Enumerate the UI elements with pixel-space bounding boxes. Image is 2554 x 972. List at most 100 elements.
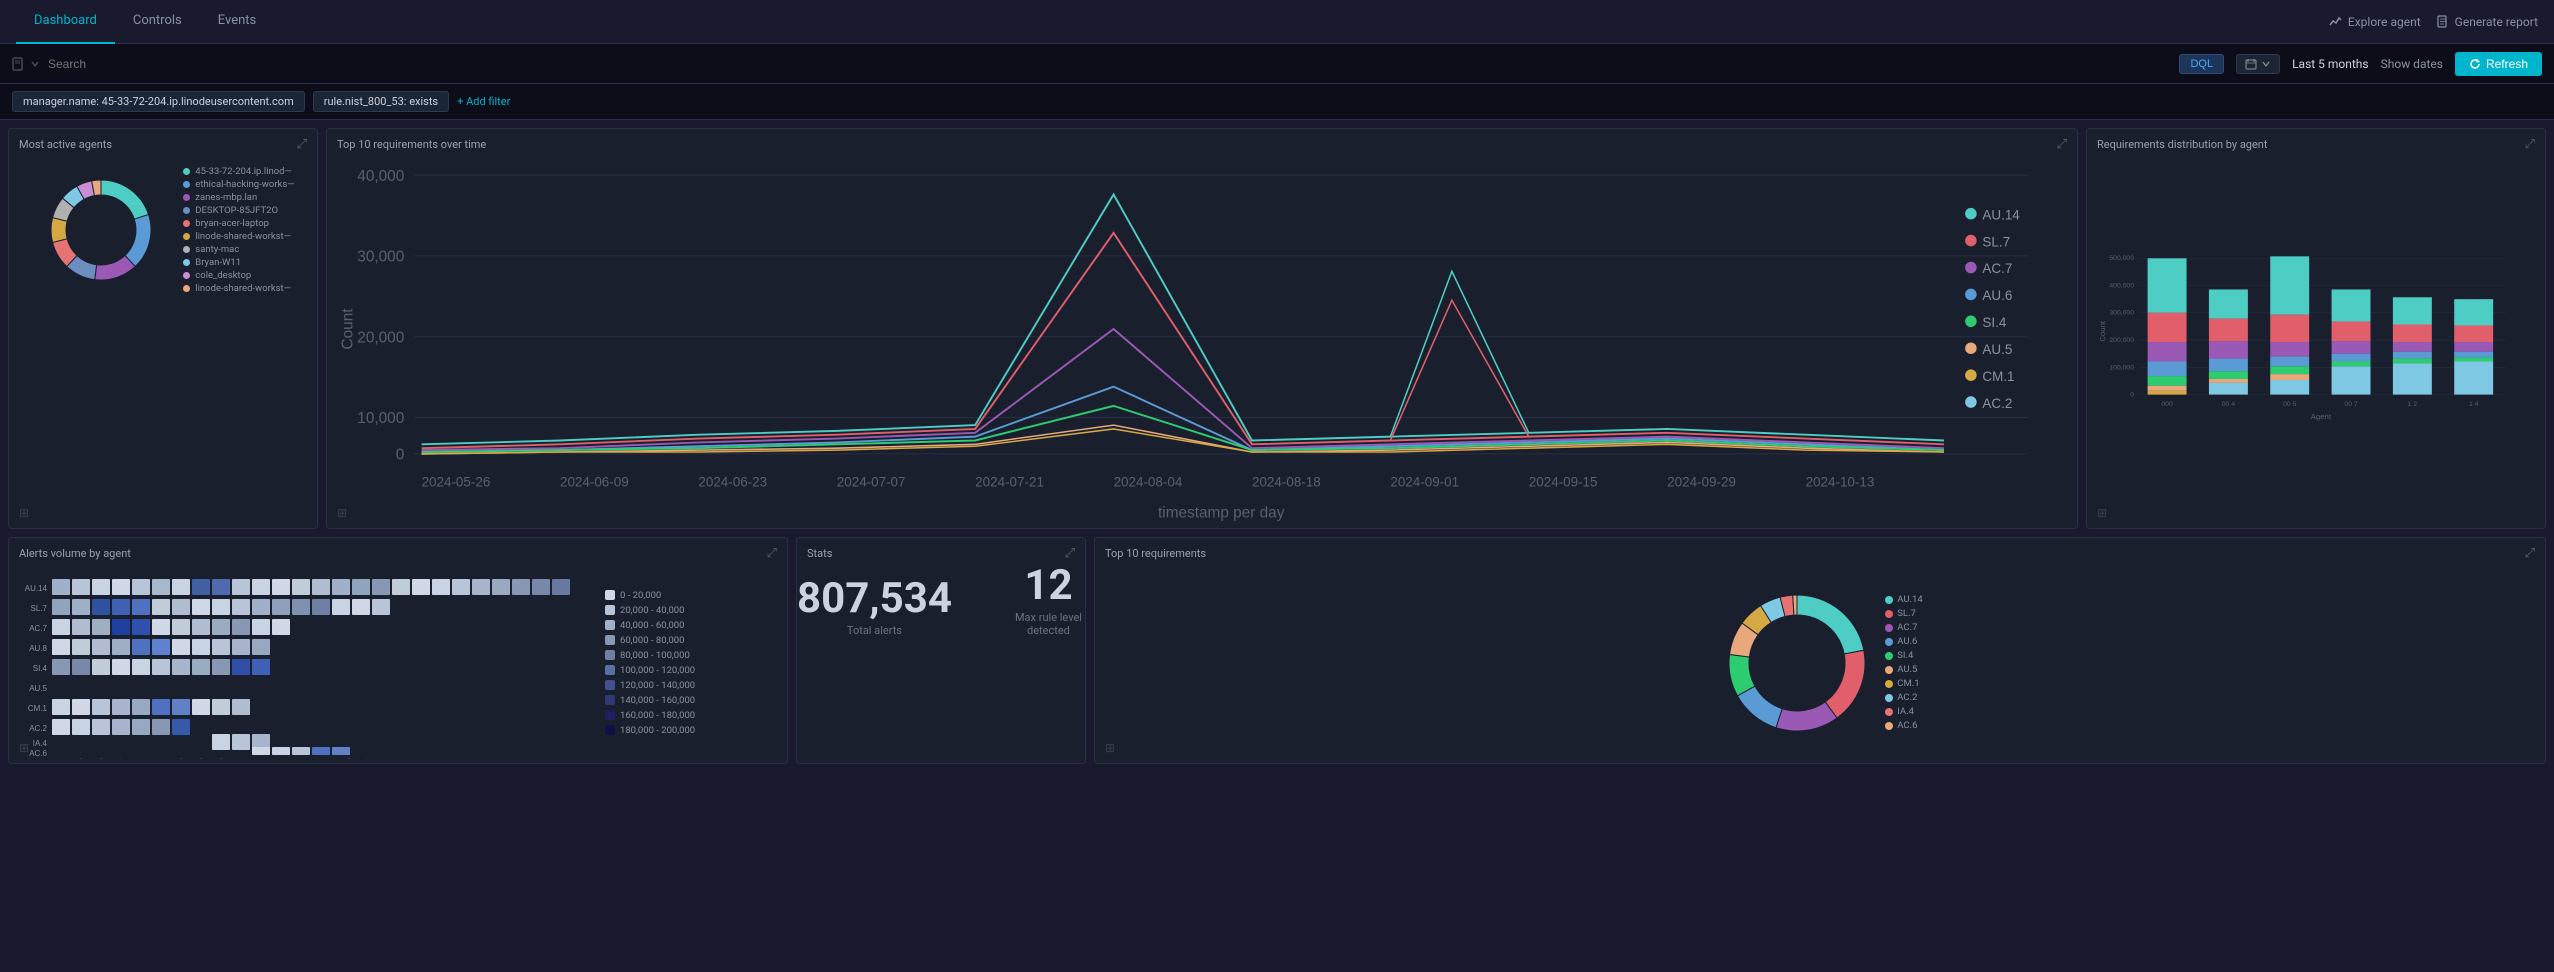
pie-legend-3: AU.6 xyxy=(1885,636,1922,647)
filter-chip-1[interactable]: rule.nist_800_53: exists xyxy=(313,91,449,112)
expand-icon-stats[interactable]: ⤢ xyxy=(1065,546,1075,561)
svg-text:0: 0 xyxy=(2130,392,2134,399)
svg-text:00 4: 00 4 xyxy=(2222,401,2235,408)
svg-text:SL.7: SL.7 xyxy=(31,604,48,613)
svg-text:00 7: 00 7 xyxy=(2344,401,2357,408)
svg-text:AC.6: AC.6 xyxy=(29,749,47,758)
svg-text:2024-09-29: 2024-09-29 xyxy=(1667,475,1736,490)
pie-legend: AU.14 SL.7 AC.7 AU.6 SI.4 AU.5 CM.1 AC.2… xyxy=(1877,594,1922,731)
pie-legend-1: SL.7 xyxy=(1885,608,1922,619)
svg-text:AU.6: AU.6 xyxy=(1982,288,2012,303)
svg-text:1 0: 1 0 xyxy=(214,757,226,759)
refresh-button[interactable]: Refresh xyxy=(2455,52,2542,76)
pie-legend-8: IA.4 xyxy=(1885,706,1922,717)
svg-text:00 5: 00 5 xyxy=(2283,401,2296,408)
heatmap-legend: 0 - 20,000 20,000 - 40,000 40,000 - 60,0… xyxy=(605,569,695,756)
tab-events[interactable]: Events xyxy=(200,0,274,44)
dql-button[interactable]: DQL xyxy=(2179,54,2224,74)
legend-item-7: Bryan-W11 xyxy=(183,257,294,268)
legend-item-3: DESKTOP-85JFT2O xyxy=(183,205,294,216)
svg-text:1 8: 1 8 xyxy=(174,757,186,759)
svg-text:1 4: 1 4 xyxy=(2469,401,2479,408)
file-icon xyxy=(2437,15,2449,28)
search-right: DQL Last 5 months Show dates Refresh xyxy=(2179,52,2542,76)
heatmap-legend-5: 100,000 - 120,000 xyxy=(605,665,695,676)
total-alerts-block: 807,534 Total alerts xyxy=(797,578,952,637)
heatmap-legend-3: 60,000 - 80,000 xyxy=(605,635,695,646)
panel-bottom-icon-bar: ⊞ xyxy=(2097,506,2107,520)
refresh-icon xyxy=(2469,58,2481,70)
svg-text:10,000: 10,000 xyxy=(357,410,404,427)
donut-legend: 45-33-72-204.ip.linod— ethical-hacking-w… xyxy=(183,166,294,294)
pie-legend-5: AU.5 xyxy=(1885,664,1922,675)
show-dates-button[interactable]: Show dates xyxy=(2381,57,2443,71)
row-top: Most active agents ⤢ 45-33-72-204.ip.lin… xyxy=(8,128,2546,529)
svg-text:SI.4: SI.4 xyxy=(33,664,48,673)
donut-chart xyxy=(31,160,171,300)
total-alerts-label: Total alerts xyxy=(797,624,952,637)
legend-item-1: ethical-hacking-works— xyxy=(183,179,294,190)
svg-text:2024-09-15: 2024-09-15 xyxy=(1529,475,1598,490)
legend-item-0: 45-33-72-204.ip.linod— xyxy=(183,166,294,177)
most-active-agents-panel: Most active agents ⤢ 45-33-72-204.ip.lin… xyxy=(8,128,318,529)
pie-legend-6: CM.1 xyxy=(1885,678,1922,689)
svg-text:20,000: 20,000 xyxy=(357,329,404,346)
total-alerts-number: 807,534 xyxy=(797,578,952,620)
pie-legend-7: AC.2 xyxy=(1885,692,1922,703)
explore-agent-button[interactable]: Explore agent xyxy=(2329,15,2421,29)
expand-icon-agents[interactable]: ⤢ xyxy=(297,137,307,152)
svg-text:1 2: 1 2 xyxy=(2408,401,2418,408)
max-rule-level-block: 12 Max rule level detected xyxy=(1012,565,1085,637)
req-dist-title: Requirements distribution by agent xyxy=(2097,138,2267,151)
add-filter-button[interactable]: + Add filter xyxy=(457,95,510,108)
time-range-label: Last 5 months xyxy=(2292,57,2369,71)
pie-chart-svg xyxy=(1717,583,1877,743)
expand-icon-req-dist[interactable]: ⤢ xyxy=(2525,137,2535,152)
tab-dashboard[interactable]: Dashboard xyxy=(16,0,115,44)
svg-text:AU.8: AU.8 xyxy=(29,644,47,653)
svg-text:CM.1: CM.1 xyxy=(28,704,48,713)
svg-text:AU.14: AU.14 xyxy=(1982,207,2020,222)
svg-text:AU.5: AU.5 xyxy=(29,684,47,693)
legend-item-9: linode-shared-workst— xyxy=(183,283,294,294)
expand-icon-alerts[interactable]: ⤢ xyxy=(767,546,777,561)
svg-text:SL.7: SL.7 xyxy=(1982,234,2010,249)
svg-text:2024-10-13: 2024-10-13 xyxy=(1806,475,1875,490)
svg-text:0 6: 0 6 xyxy=(74,757,86,759)
svg-text:AU.14: AU.14 xyxy=(25,584,48,593)
line-chart-svg: 40,000 30,000 20,000 10,000 0 2024-05-26… xyxy=(337,156,2067,521)
chart-icon xyxy=(2329,15,2342,28)
panel-bottom-icon-heatmap: ⊞ xyxy=(19,741,29,755)
svg-text:40,000: 40,000 xyxy=(357,168,404,185)
bar-chart-svg: 500,000 400,000 300,000 200,000 100,000 … xyxy=(2097,156,2535,521)
alerts-volume-panel: Alerts volume by agent ⤢ AU.14 SL.7 AC.7… xyxy=(8,537,788,764)
nav-tabs: Dashboard Controls Events xyxy=(16,0,274,44)
svg-text:CM.1: CM.1 xyxy=(1982,369,2014,384)
tab-controls[interactable]: Controls xyxy=(115,0,200,44)
search-input[interactable] xyxy=(48,57,2171,71)
panel-header-top10-pie: Top 10 requirements ⤢ xyxy=(1095,538,2545,565)
filter-bar: manager.name: 45-33-72-204.ip.linodeuser… xyxy=(0,84,2554,120)
legend-item-5: linode-shared-workst— xyxy=(183,231,294,242)
filter-chip-0[interactable]: manager.name: 45-33-72-204.ip.linodeuser… xyxy=(12,91,305,112)
calendar-icon xyxy=(2245,58,2257,70)
panel-header-req-dist: Requirements distribution by agent ⤢ xyxy=(2087,129,2545,156)
svg-text:AC.2: AC.2 xyxy=(29,724,47,733)
heatmap-legend-0: 0 - 20,000 xyxy=(605,590,695,601)
generate-report-button[interactable]: Generate report xyxy=(2437,15,2538,29)
svg-text:2024-06-09: 2024-06-09 xyxy=(560,475,629,490)
svg-text:AU.5: AU.5 xyxy=(1982,342,2012,357)
heatmap-legend-6: 120,000 - 140,000 xyxy=(605,680,695,691)
svg-text:Count: Count xyxy=(339,308,356,350)
max-rule-level-number: 12 xyxy=(1012,565,1085,607)
panel-bottom-icon-line: ⊞ xyxy=(337,506,347,520)
expand-icon-top10-pie[interactable]: ⤢ xyxy=(2525,546,2535,561)
legend-item-2: zanes-mbp.lan xyxy=(183,192,294,203)
svg-text:11: 11 xyxy=(135,758,145,759)
svg-text:00: 00 xyxy=(55,758,65,759)
svg-text:SI.4: SI.4 xyxy=(1982,315,2006,330)
calendar-button[interactable] xyxy=(2236,54,2280,74)
expand-icon-top10-time[interactable]: ⤢ xyxy=(2057,137,2067,152)
donut-container: 45-33-72-204.ip.linod— ethical-hacking-w… xyxy=(9,156,317,304)
top10-requirements-time-panel: Top 10 requirements over time ⤢ 40,000 3… xyxy=(326,128,2078,529)
